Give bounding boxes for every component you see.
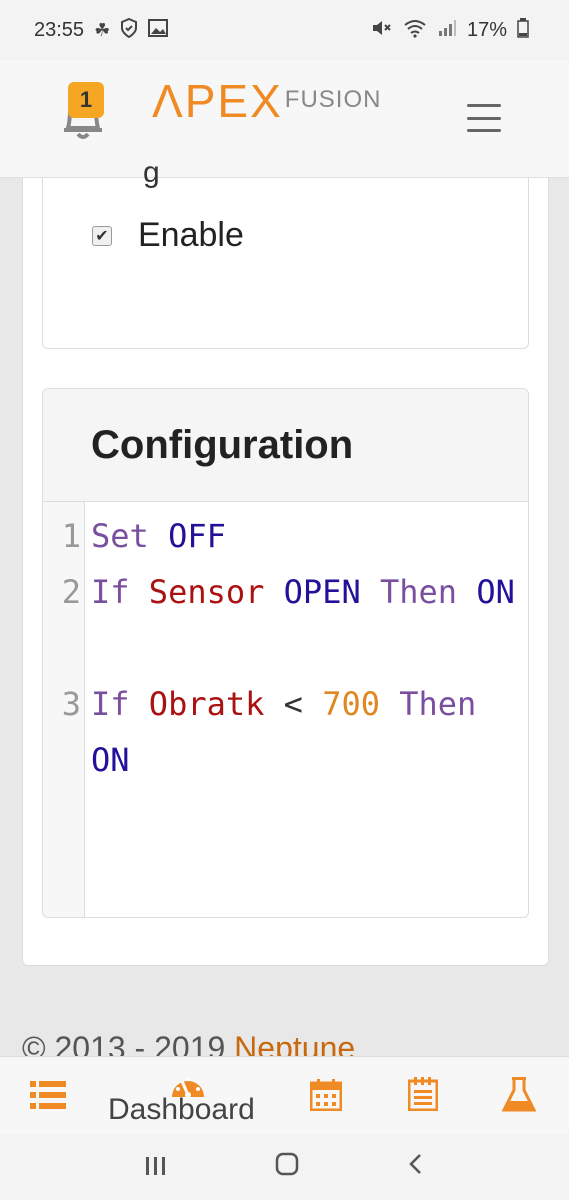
recent-apps-icon: [145, 1156, 165, 1175]
status-time: 23:55: [34, 18, 85, 41]
nav-notepad-button[interactable]: [407, 1077, 439, 1116]
nav-calendar-button[interactable]: [309, 1079, 343, 1116]
code-text: If Sensor OPEN Then ON: [91, 564, 522, 620]
partial-label: g: [143, 156, 160, 189]
code-text: If Obratk < 700 Then ON: [91, 676, 522, 788]
line-number: 3: [61, 685, 81, 723]
android-navigation-bar: [0, 1134, 569, 1200]
code-line[interactable]: 3 If Obratk < 700 Then ON: [43, 676, 528, 788]
notification-icon: ☘: [94, 19, 111, 40]
code-token: Then: [379, 573, 458, 611]
enable-card: g ✔ Enable: [42, 156, 529, 349]
checkmark-icon: ✔: [95, 227, 109, 245]
signal-icon: [437, 19, 457, 42]
battery-icon: [517, 17, 529, 43]
back-icon: [409, 1153, 422, 1174]
battery-level: 17%: [466, 18, 507, 41]
calendar-icon: [309, 1079, 343, 1112]
notification-badge: 1: [68, 82, 104, 118]
line-number: 1: [61, 517, 81, 555]
list-icon: [30, 1081, 66, 1109]
home-button[interactable]: [275, 1152, 299, 1183]
menu-bar-icon: [467, 129, 501, 132]
code-token: Sensor: [148, 573, 265, 611]
code-token: 700: [322, 685, 380, 723]
code-token: ON: [476, 573, 515, 611]
enable-label: Enable: [138, 216, 244, 254]
status-left: 23:55 ☘: [34, 17, 169, 43]
apex-fusion-logo[interactable]: ΛPEX FUSION: [152, 76, 381, 136]
shield-icon: [120, 17, 138, 43]
notification-bell-button[interactable]: 1: [58, 82, 108, 142]
back-button[interactable]: [407, 1152, 425, 1183]
code-token: OFF: [168, 517, 226, 555]
hamburger-menu-button[interactable]: [467, 104, 501, 132]
code-token: Obratk: [148, 685, 265, 723]
app-header: 1 ΛPEX FUSION: [0, 60, 569, 178]
notepad-icon: [407, 1077, 439, 1112]
code-token: If: [91, 685, 130, 723]
flask-icon: [501, 1077, 537, 1112]
wifi-icon: [403, 18, 427, 43]
menu-bar-icon: [467, 104, 501, 107]
line-number: 2: [61, 573, 81, 611]
image-icon: [148, 18, 169, 42]
nav-flask-button[interactable]: [501, 1077, 537, 1118]
menu-bar-icon: [467, 116, 501, 120]
configuration-card: Configuration 1 Set OFF 2 If Sensor OPEN Th…: [42, 388, 529, 918]
status-right: 17%: [371, 17, 529, 43]
code-editor[interactable]: 1 Set OFF 2 If Sensor OPEN Then ON 3 If Obrat…: [43, 502, 528, 917]
code-token: Set: [91, 517, 149, 555]
code-token: Then: [399, 685, 477, 723]
recent-apps-button[interactable]: [144, 1152, 168, 1183]
code-token: OPEN: [283, 573, 361, 611]
bottom-navigation: Dashboard: [0, 1056, 569, 1134]
mute-icon: [371, 18, 393, 43]
logo-sub: FUSION: [284, 86, 382, 113]
status-bar: 23:55 ☘ 17%: [0, 0, 569, 60]
output-settings-panel: g ✔ Enable Configuration 1 Set OFF 2 If Sen…: [22, 156, 549, 966]
home-icon: [276, 1152, 299, 1175]
configuration-header: Configuration: [43, 389, 528, 502]
enable-checkbox[interactable]: ✔: [92, 225, 112, 246]
code-token: ON: [91, 741, 130, 779]
code-line[interactable]: 2 If Sensor OPEN Then ON: [43, 564, 528, 676]
nav-list-button[interactable]: [30, 1081, 66, 1114]
nav-dashboard-label[interactable]: Dashboard: [108, 1093, 255, 1127]
code-text: Set OFF: [91, 508, 522, 564]
configuration-title: Configuration: [91, 422, 354, 467]
code-token: If: [91, 573, 130, 611]
logo-main: ΛPEX: [152, 75, 283, 127]
code-line[interactable]: 1 Set OFF: [43, 508, 528, 564]
code-token: <: [264, 685, 323, 723]
enable-row[interactable]: ✔ Enable: [92, 216, 244, 255]
